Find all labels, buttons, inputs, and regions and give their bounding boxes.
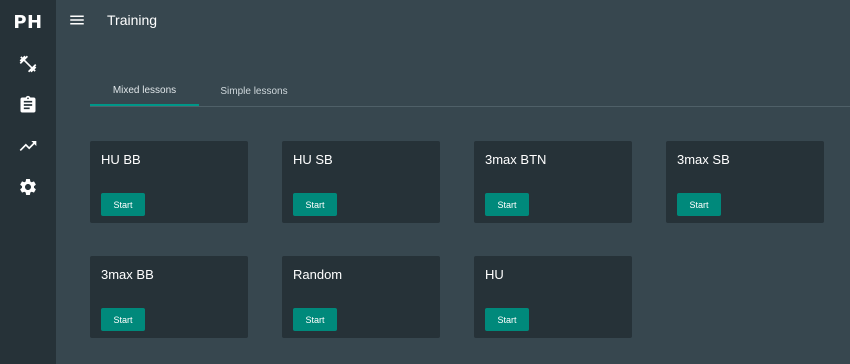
start-button[interactable]: Start bbox=[293, 193, 337, 216]
start-button[interactable]: Start bbox=[101, 308, 145, 331]
sidebar: PH bbox=[0, 0, 56, 364]
lesson-title: 3max BTN bbox=[485, 152, 547, 167]
trending-up-icon[interactable] bbox=[16, 134, 40, 158]
start-button[interactable]: Start bbox=[677, 193, 721, 216]
lesson-card: HU SB Start bbox=[282, 141, 440, 223]
tab-mixed-lessons[interactable]: Mixed lessons bbox=[90, 76, 199, 106]
dumbbell-icon[interactable] bbox=[16, 52, 40, 76]
lesson-card: Random Start bbox=[282, 256, 440, 338]
app-logo[interactable]: PH bbox=[13, 12, 42, 34]
lesson-card: 3max BTN Start bbox=[474, 141, 632, 223]
lesson-card: HU BB Start bbox=[90, 141, 248, 223]
lesson-card: 3max SB Start bbox=[666, 141, 824, 223]
lesson-title: Random bbox=[293, 267, 343, 282]
tab-simple-lessons[interactable]: Simple lessons bbox=[199, 76, 309, 106]
lesson-card: HU Start bbox=[474, 256, 632, 338]
lesson-title: HU bbox=[485, 267, 504, 282]
lesson-title: 3max SB bbox=[677, 152, 730, 167]
start-button[interactable]: Start bbox=[101, 193, 145, 216]
page-title: Training bbox=[107, 12, 158, 28]
lesson-title: 3max BB bbox=[101, 267, 154, 282]
gear-icon[interactable] bbox=[16, 175, 40, 199]
start-button[interactable]: Start bbox=[485, 308, 529, 331]
hamburger-menu-icon[interactable] bbox=[68, 11, 86, 29]
start-button[interactable]: Start bbox=[293, 308, 337, 331]
lesson-title: HU BB bbox=[101, 152, 141, 167]
lesson-card: 3max BB Start bbox=[90, 256, 248, 338]
lesson-tabs: Mixed lessons Simple lessons bbox=[90, 76, 850, 107]
app-bar: Training bbox=[56, 0, 850, 40]
clipboard-icon[interactable] bbox=[16, 93, 40, 117]
start-button[interactable]: Start bbox=[485, 193, 529, 216]
lesson-title: HU SB bbox=[293, 152, 333, 167]
